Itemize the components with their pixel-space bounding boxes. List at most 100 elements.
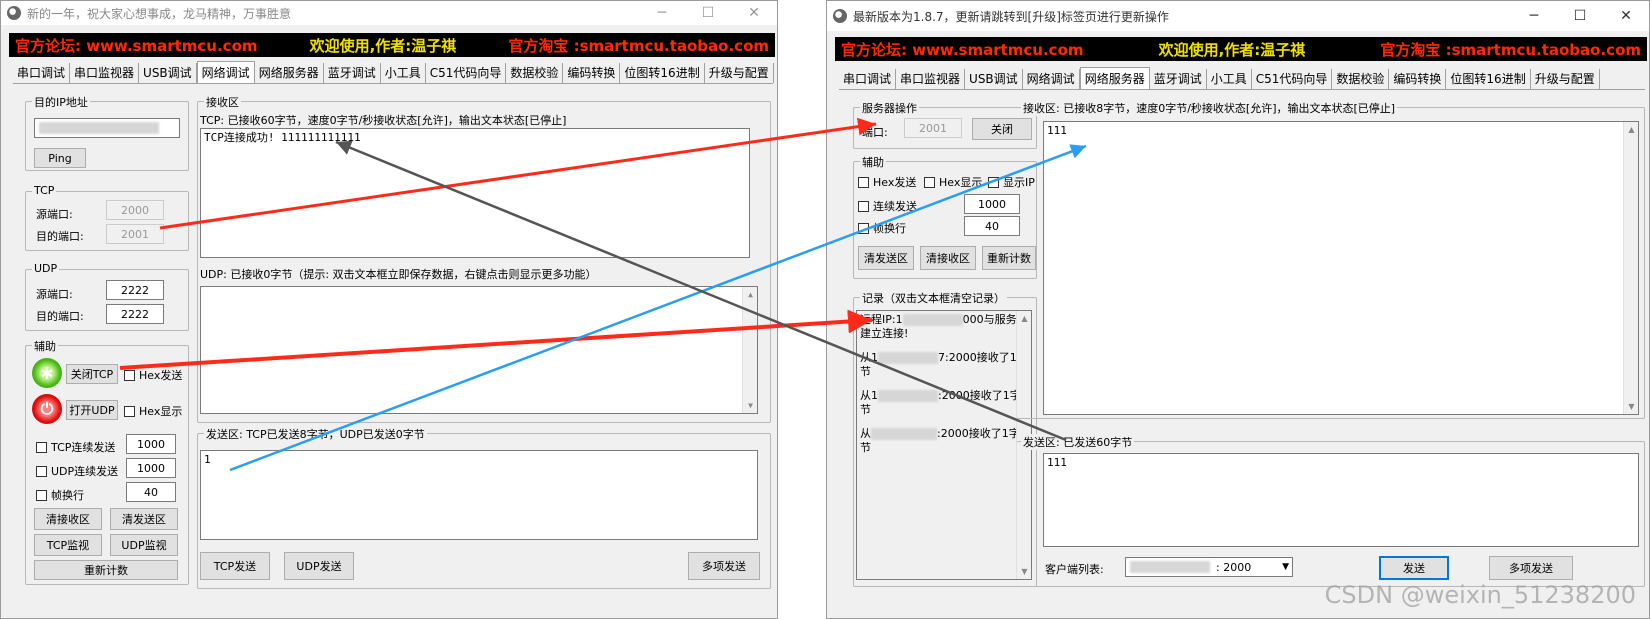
tcp-label: TCP (32, 184, 57, 197)
server-send-text[interactable]: 111 (1043, 453, 1639, 547)
reset-count-button[interactable]: 重新计数 (34, 560, 178, 580)
udp-continuous-checkbox[interactable]: UDP连续发送 (36, 463, 118, 479)
tab-network-debug[interactable]: 网络调试 (1023, 69, 1080, 89)
send-label: 发送区: TCP已发送8字节，UDP已发送0字节 (204, 426, 427, 442)
close-icon[interactable]: ✕ (1603, 1, 1649, 31)
server-port-input[interactable]: 2001 (904, 118, 962, 138)
frame-wrap-checkbox[interactable]: 帧换行 (36, 487, 84, 503)
minimize-icon[interactable]: ─ (1511, 1, 1557, 31)
maximize-icon[interactable]: ☐ (1557, 1, 1603, 31)
tab-usb-debug[interactable]: USB调试 (965, 69, 1023, 89)
tab-network-debug[interactable]: 网络调试 (196, 61, 255, 83)
udp-monitor-button[interactable]: UDP监视 (110, 534, 178, 556)
minimize-icon[interactable]: ─ (639, 1, 685, 25)
tab-serial-monitor[interactable]: 串口监视器 (70, 63, 140, 83)
tab-serial-debug[interactable]: 串口调试 (839, 69, 897, 89)
udp-recv-text[interactable]: ▲ ▼ (200, 286, 758, 414)
tcp-status-icon[interactable]: ✱ (32, 358, 62, 388)
scroll-up-icon[interactable]: ▲ (743, 287, 758, 302)
tab-tools[interactable]: 小工具 (381, 63, 426, 83)
udp-dst-port-input[interactable]: 2222 (106, 304, 164, 324)
banner-shop[interactable]: 官方淘宝 :smartmcu.taobao.com (1380, 39, 1641, 60)
tab-encoding[interactable]: 编码转换 (1389, 69, 1447, 89)
server-recv-text[interactable]: 111 (1043, 121, 1639, 415)
udp-send-button[interactable]: UDP发送 (284, 552, 354, 580)
log-text[interactable]: 远程IP:1 000与服务器建立连接! 从1 7:2000接收了1字节 从1:200… (856, 310, 1032, 580)
server-frame-wrap-value[interactable]: 40 (964, 216, 1020, 236)
frame-wrap-box[interactable] (36, 489, 47, 501)
server-clear-send-button[interactable]: 清发送区 (858, 246, 914, 270)
ping-button[interactable]: Ping (34, 148, 86, 168)
hex-show-checkbox[interactable]: Hex显示 (124, 403, 182, 419)
client-list-select[interactable]: : 2000 ▼ (1125, 557, 1293, 577)
scroll-down-icon[interactable]: ▼ (743, 398, 758, 413)
server-label: 服务器操作 (860, 100, 919, 116)
udp-src-port-input[interactable]: 2222 (106, 280, 164, 300)
udp-continuous-box[interactable] (36, 465, 47, 477)
clear-recv-button[interactable]: 清接收区 (34, 508, 102, 530)
tab-checksum[interactable]: 数据校验 (1332, 69, 1390, 89)
tab-network-server[interactable]: 网络服务器 (1079, 67, 1150, 89)
clear-send-button[interactable]: 清发送区 (110, 508, 178, 530)
tcp-send-button[interactable]: TCP发送 (200, 552, 270, 580)
server-aux-label: 辅助 (860, 154, 886, 170)
server-frame-wrap-checkbox[interactable]: 帧换行 (858, 220, 906, 236)
chevron-down-icon[interactable]: ▼ (1282, 562, 1289, 572)
hex-show-box[interactable] (124, 405, 135, 417)
server-clear-recv-button[interactable]: 清接收区 (920, 246, 976, 270)
tab-upgrade[interactable]: 升级与配置 (705, 63, 774, 83)
banner-shop[interactable]: 官方淘宝 :smartmcu.taobao.com (508, 35, 769, 56)
tab-usb-debug[interactable]: USB调试 (139, 63, 197, 83)
tab-c51-wizard[interactable]: C51代码向导 (1252, 69, 1333, 89)
tcp-dst-port-input[interactable]: 2001 (106, 224, 164, 244)
tab-c51-wizard[interactable]: C51代码向导 (426, 63, 507, 83)
hex-send-box[interactable] (124, 369, 135, 381)
maximize-icon[interactable]: ☐ (685, 1, 731, 25)
tab-bluetooth[interactable]: 蓝牙调试 (1150, 69, 1207, 89)
show-ip-box[interactable] (988, 176, 999, 188)
server-multi-send-button[interactable]: 多项发送 (1489, 556, 1573, 580)
banner-forum[interactable]: 官方论坛: www.smartmcu.com (841, 39, 1084, 60)
server-continuous-interval[interactable]: 1000 (964, 194, 1020, 214)
server-hex-show-checkbox[interactable]: Hex显示 (924, 174, 982, 190)
power-icon[interactable]: ⏻ (32, 394, 62, 424)
tcp-continuous-interval[interactable]: 1000 (126, 434, 176, 454)
tab-upgrade[interactable]: 升级与配置 (1531, 69, 1600, 89)
open-udp-button[interactable]: 打开UDP (66, 400, 118, 420)
tcp-src-port-input[interactable]: 2000 (106, 200, 164, 220)
tab-bluetooth[interactable]: 蓝牙调试 (324, 63, 381, 83)
dest-ip-input[interactable] (34, 118, 180, 138)
frame-wrap-value[interactable]: 40 (126, 482, 176, 502)
tab-encoding[interactable]: 编码转换 (563, 63, 621, 83)
udp-continuous-interval[interactable]: 1000 (126, 458, 176, 478)
close-icon[interactable]: ✕ (731, 1, 777, 25)
server-hex-show-box[interactable] (924, 176, 935, 188)
tab-checksum[interactable]: 数据校验 (506, 63, 564, 83)
banner-forum[interactable]: 官方论坛: www.smartmcu.com (15, 35, 258, 56)
scroll-down-icon[interactable]: ▼ (1624, 399, 1639, 414)
server-continuous-box[interactable] (858, 200, 869, 212)
tcp-monitor-button[interactable]: TCP监视 (34, 534, 102, 556)
tab-tools[interactable]: 小工具 (1207, 69, 1252, 89)
tab-bitmap-hex[interactable]: 位图转16进制 (620, 63, 705, 83)
tcp-continuous-box[interactable] (36, 441, 47, 453)
scroll-up-icon[interactable]: ▲ (1624, 122, 1639, 137)
close-tcp-button[interactable]: 关闭TCP (66, 364, 118, 384)
server-hex-send-checkbox[interactable]: Hex发送 (858, 174, 916, 190)
tab-serial-monitor[interactable]: 串口监视器 (896, 69, 966, 89)
tcp-recv-text[interactable]: TCP连接成功! 111111111111 (200, 128, 750, 258)
send-text[interactable]: 1 (200, 450, 758, 540)
server-recv-scrollbar[interactable]: ▲ ▼ (1623, 122, 1638, 414)
tab-serial-debug[interactable]: 串口调试 (13, 63, 71, 83)
multi-send-button[interactable]: 多项发送 (688, 552, 760, 580)
hex-send-checkbox[interactable]: Hex发送 (124, 367, 182, 383)
server-hex-show-label: Hex显示 (939, 176, 983, 189)
server-continuous-checkbox[interactable]: 连续发送 (858, 198, 917, 214)
tcp-continuous-checkbox[interactable]: TCP连续发送 (36, 439, 115, 455)
server-hex-send-box[interactable] (858, 176, 869, 188)
tab-bitmap-hex[interactable]: 位图转16进制 (1446, 69, 1531, 89)
udp-recv-scrollbar[interactable]: ▲ ▼ (742, 287, 757, 413)
server-frame-wrap-box[interactable] (858, 222, 869, 234)
tab-network-server[interactable]: 网络服务器 (255, 63, 324, 83)
server-send-button[interactable]: 发送 (1379, 556, 1449, 580)
